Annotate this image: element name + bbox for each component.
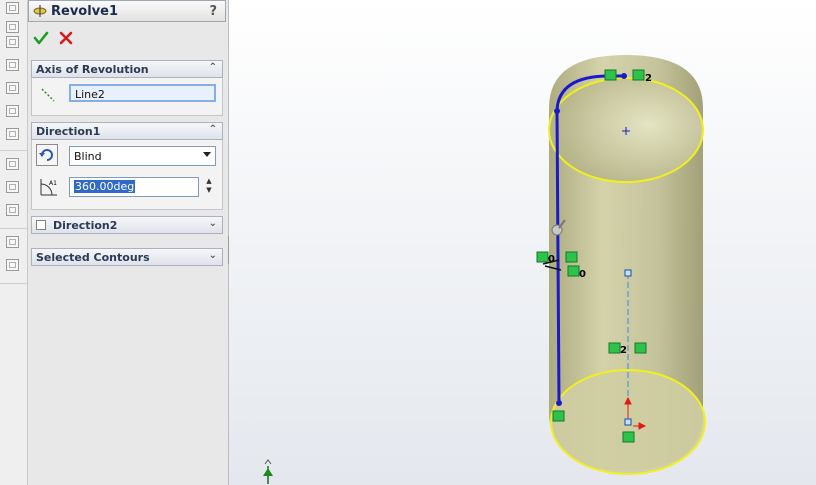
x-icon[interactable]: [58, 30, 74, 46]
property-manager-panel: Revolve1 ? Axis of Revolution ⌃ Line2 Di…: [28, 0, 229, 485]
feature-tool-icon-2[interactable]: [6, 21, 19, 33]
help-button[interactable]: ?: [209, 4, 217, 19]
feature-tool-icon-4[interactable]: [6, 59, 19, 71]
left-toolbar-strip: [0, 0, 28, 485]
end-condition-dropdown[interactable]: Blind: [69, 146, 216, 166]
axis-of-revolution-body: Line2: [31, 78, 223, 116]
origin-marker[interactable]: [624, 418, 632, 426]
midpoint-relation-icon[interactable]: [608, 342, 621, 354]
relation-tag-left-2: 0: [579, 269, 586, 280]
sketch-endpoint: [554, 108, 560, 114]
view-triad-icon: [263, 459, 273, 484]
direction1-header[interactable]: Direction1 ⌃: [31, 122, 223, 140]
angle-icon: A1: [40, 179, 57, 196]
expand-chevron-icon[interactable]: ⌄: [209, 218, 217, 229]
collapse-chevron-icon[interactable]: ⌃: [209, 124, 217, 135]
feature-tool-icon-1[interactable]: [6, 2, 19, 14]
sketch-endpoint: [556, 400, 562, 406]
feature-tool-icon-5[interactable]: [6, 82, 19, 94]
pattern-tool-icon-2[interactable]: [6, 259, 19, 271]
axis-line-icon: [41, 88, 55, 102]
feature-title: Revolve1: [51, 4, 119, 19]
vertical-relation-icon[interactable]: [536, 251, 549, 263]
axis-endpoint-marker[interactable]: [624, 269, 632, 277]
feature-tool-icon-6[interactable]: [6, 105, 19, 117]
parallel-relation-icon[interactable]: [565, 251, 578, 263]
expand-chevron-icon[interactable]: ⌄: [209, 250, 217, 261]
reverse-direction-icon[interactable]: [36, 144, 58, 166]
sketch-tool-icon-1[interactable]: [6, 158, 19, 170]
checkmark-icon[interactable]: [33, 30, 49, 46]
axis-of-revolution-header[interactable]: Axis of Revolution ⌃: [31, 60, 223, 78]
toolbar-separator: [0, 228, 27, 229]
direction2-checkbox[interactable]: [36, 220, 46, 230]
graphics-viewport[interactable]: 2 0 0 2: [229, 0, 816, 485]
feature-tool-icon-7[interactable]: [6, 128, 19, 140]
direction2-header[interactable]: Direction2 ⌄: [31, 216, 223, 234]
collinear-relation-icon[interactable]: [634, 342, 647, 354]
group-title: Direction1: [36, 125, 101, 138]
sketch-tool-icon-2[interactable]: [6, 181, 19, 193]
sketch-tool-icon-3[interactable]: [6, 204, 19, 216]
group-title: Direction2: [53, 219, 118, 232]
equal-relation-icon[interactable]: [552, 410, 565, 422]
pattern-tool-icon-1[interactable]: [6, 236, 19, 248]
tangent-relation-icon[interactable]: [567, 265, 580, 277]
toolbar-separator: [0, 150, 27, 151]
axis-selection-value: Line2: [75, 88, 105, 101]
relation-tag-mid: 2: [620, 345, 627, 356]
group-title: Selected Contours: [36, 251, 150, 264]
coincident-relation-icon[interactable]: [632, 69, 645, 81]
angle-input[interactable]: 360.00deg: [69, 177, 199, 197]
direction1-body: Blind A1 360.00deg ▲ ▼: [31, 140, 223, 210]
relation-tag-left: 0: [548, 254, 555, 265]
revolve-feature-icon: [33, 5, 47, 17]
angle-value: 360.00deg: [74, 180, 136, 193]
relation-tag-top: 2: [645, 73, 652, 84]
svg-text:A1: A1: [49, 180, 57, 187]
sketch-endpoint: [621, 73, 627, 79]
angle-spinner[interactable]: ▲ ▼: [204, 177, 214, 197]
toolbar-separator: [0, 283, 27, 284]
horizontal-relation-icon[interactable]: [604, 69, 617, 81]
property-manager-title-bar: Revolve1 ?: [28, 0, 226, 22]
end-condition-value: Blind: [74, 150, 102, 163]
fixed-relation-icon[interactable]: [622, 431, 635, 443]
selected-contours-header[interactable]: Selected Contours ⌄: [31, 248, 223, 266]
feature-tool-icon-3[interactable]: [6, 36, 19, 48]
group-title: Axis of Revolution: [36, 63, 149, 76]
collapse-chevron-icon[interactable]: ⌃: [209, 62, 217, 73]
axis-selection-field[interactable]: Line2: [69, 84, 216, 102]
dropdown-arrow-icon: [203, 152, 211, 157]
model-scene: 2 0 0 2: [263, 55, 706, 484]
